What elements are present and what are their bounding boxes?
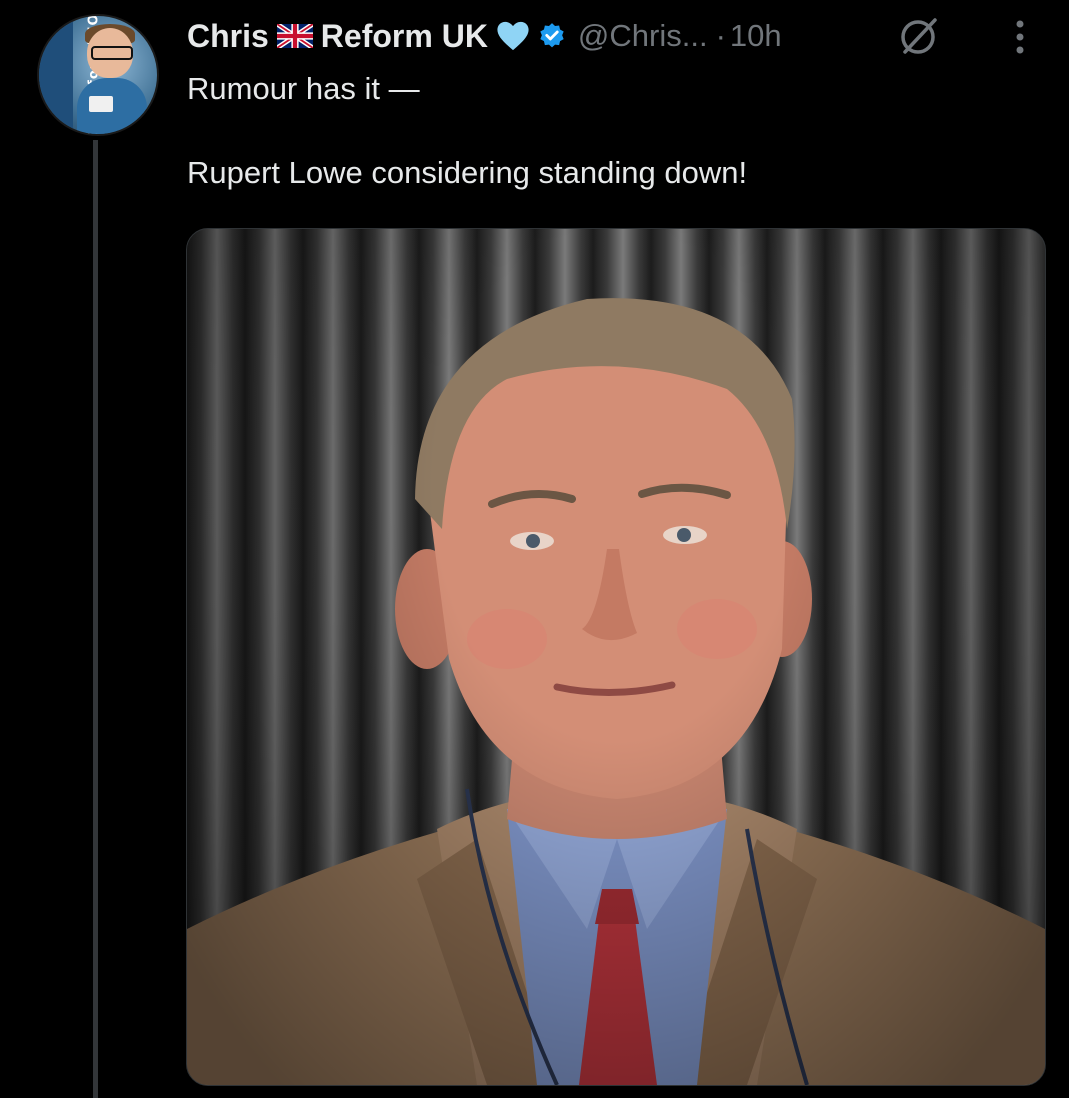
author-display-name[interactable]: Chris Reform UK xyxy=(187,18,566,55)
author-handle[interactable]: @Chris... xyxy=(578,18,708,54)
verified-badge-icon[interactable] xyxy=(538,22,566,50)
author-first-name: Chris xyxy=(187,17,269,54)
avatar[interactable]: WOMEN for REFORM xyxy=(37,14,159,136)
thread-connector-line xyxy=(93,140,98,1098)
separator-dot: · xyxy=(715,18,726,53)
tweet[interactable]: WOMEN for REFORM Chris Reform UK @Chris.… xyxy=(0,0,1069,1098)
tweet-text-line: Rumour has it — xyxy=(187,71,420,106)
light-blue-heart-icon xyxy=(496,20,530,52)
more-options-icon[interactable] xyxy=(1010,18,1030,63)
tweet-photo[interactable] xyxy=(186,228,1046,1086)
tweet-header: Chris Reform UK @Chris... · 10h xyxy=(187,14,782,58)
timestamp[interactable]: 10h xyxy=(730,18,782,54)
tweet-text: Rumour has it — Rupert Lowe considering … xyxy=(187,68,1047,194)
grok-icon[interactable] xyxy=(897,14,941,63)
uk-flag-icon xyxy=(276,24,313,48)
tweet-text-line: Rupert Lowe considering standing down! xyxy=(187,155,748,190)
author-name-suffix: Reform UK xyxy=(320,17,488,54)
